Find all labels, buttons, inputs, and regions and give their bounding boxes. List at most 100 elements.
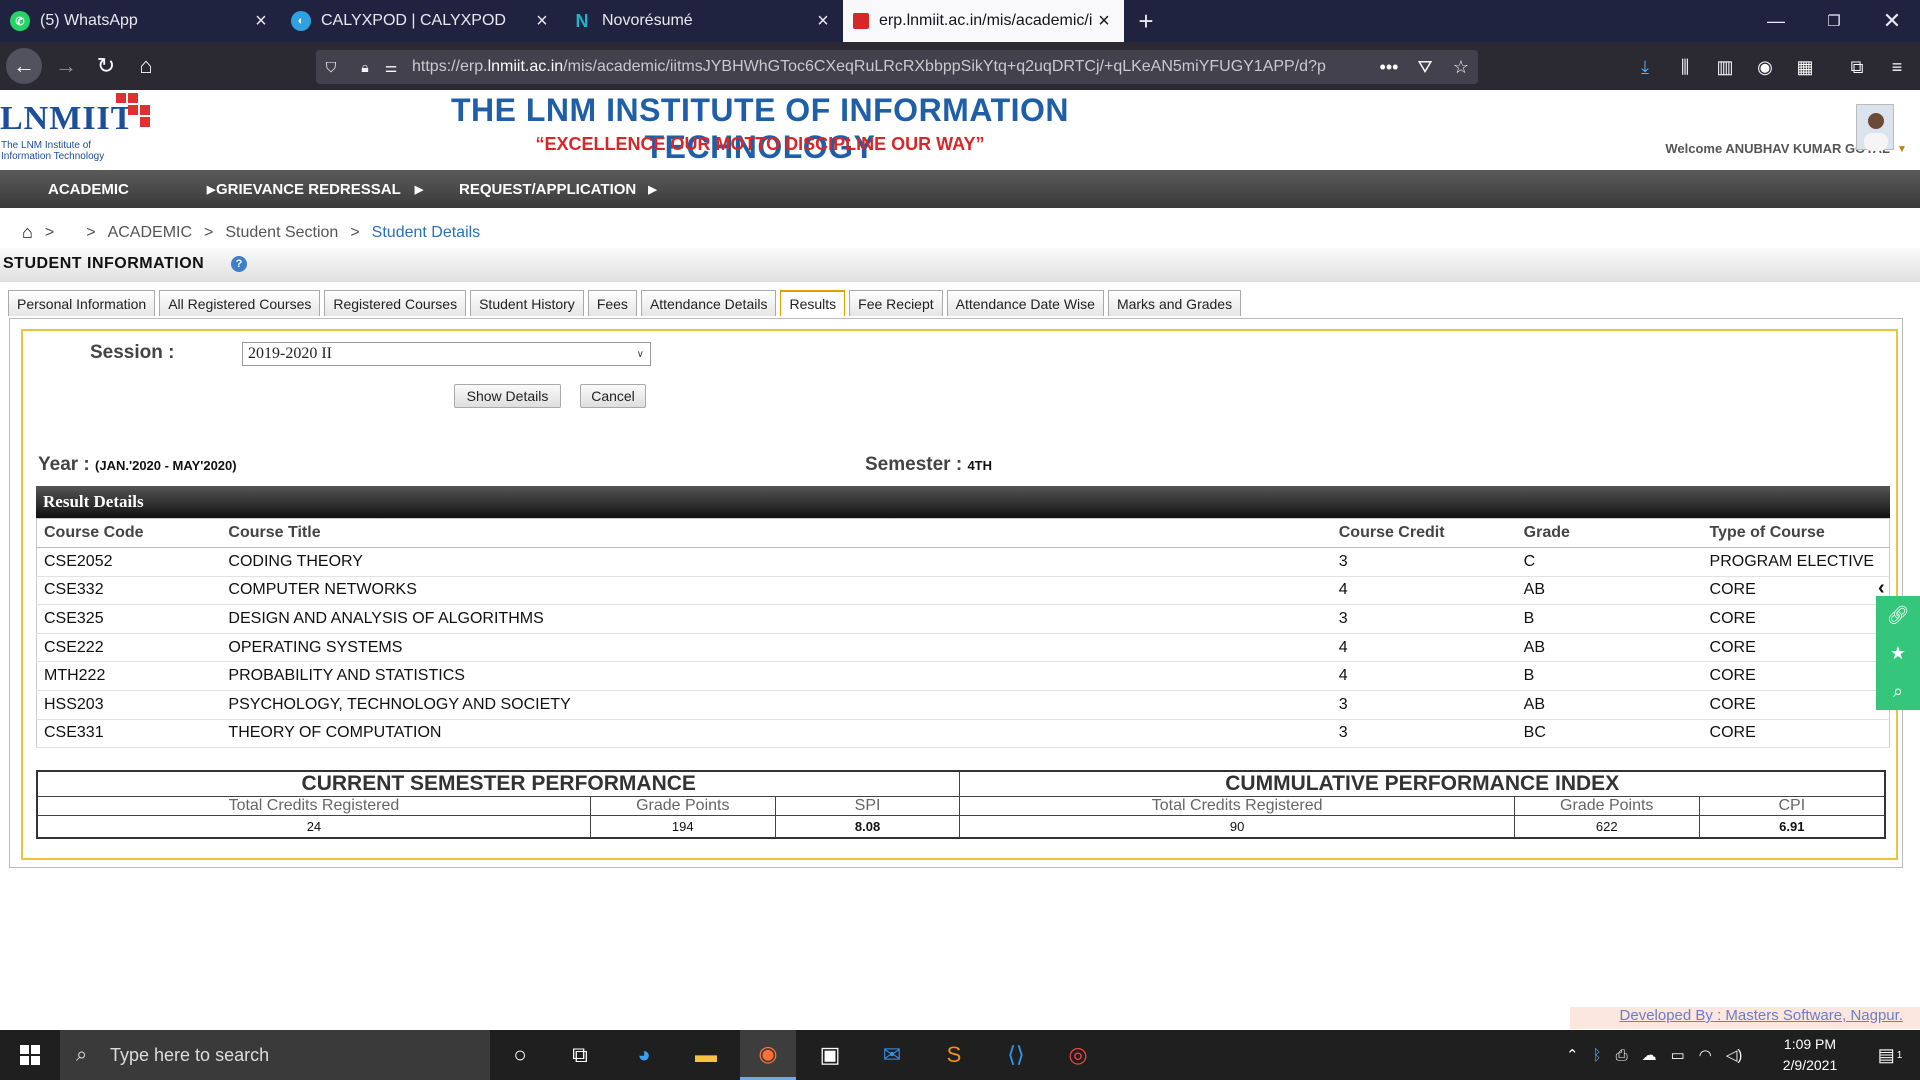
taskbar-clock[interactable]: 1:09 PM 2/9/2021 bbox=[1760, 1034, 1860, 1076]
download-icon[interactable]: ⤓ bbox=[1628, 50, 1662, 84]
reload-icon[interactable]: ↻ bbox=[88, 48, 124, 84]
table-row: CSE222 OPERATING SYSTEMS 4 AB CORE bbox=[36, 633, 1890, 663]
menu-item-request[interactable]: REQUEST/APPLICATION ▶ bbox=[459, 170, 657, 208]
calyxpod-icon: ◐ bbox=[291, 11, 311, 31]
table-row: CSE331 THEORY OF COMPUTATION 3 BC CORE bbox=[36, 719, 1890, 749]
minimize-icon[interactable]: — bbox=[1747, 0, 1805, 42]
tab-attendance-details[interactable]: Attendance Details bbox=[640, 290, 777, 316]
shield-icon[interactable]: ⛉ bbox=[314, 50, 348, 84]
search-placeholder: Type here to search bbox=[110, 1044, 270, 1065]
developer-credit[interactable]: Developed By : Masters Software, Nagpur. bbox=[1570, 1007, 1920, 1029]
tab-student-history[interactable]: Student History bbox=[470, 290, 584, 316]
cell: B bbox=[1516, 661, 1703, 691]
home-icon[interactable]: ⌂ bbox=[128, 48, 164, 84]
close-tab-icon[interactable]: × bbox=[251, 10, 271, 33]
account-icon[interactable]: ◉ bbox=[1748, 50, 1782, 84]
more-icon[interactable]: ••• bbox=[1372, 50, 1406, 84]
address-bar[interactable]: https://erp. lnmiit.ac.in/mis/academic/ii… bbox=[316, 50, 1478, 84]
library-icon[interactable]: ⫼ bbox=[1668, 50, 1702, 84]
tab-title: CALYXPOD | CALYXPOD bbox=[321, 12, 506, 29]
permissions-icon[interactable]: ⚌ bbox=[374, 50, 408, 84]
cancel-button[interactable]: Cancel bbox=[580, 384, 646, 408]
cell: 3 bbox=[1331, 547, 1517, 577]
cortana-icon[interactable]: ○ bbox=[492, 1030, 548, 1080]
caret-right-icon: ▶ bbox=[206, 183, 216, 196]
star-icon[interactable]: ★ bbox=[1876, 634, 1920, 672]
vscode-icon[interactable]: ⟨⟩ bbox=[988, 1030, 1044, 1080]
browser-tab-whatsapp[interactable]: ✆ (5) WhatsApp × bbox=[0, 0, 281, 42]
browser-tab-calyxpod[interactable]: ◐ CALYXPOD | CALYXPOD × bbox=[281, 0, 562, 42]
cell: PROBABILITY AND STATISTICS bbox=[221, 661, 1332, 691]
breadcrumb-academic[interactable]: ACADEMIC bbox=[108, 224, 192, 242]
help-icon[interactable]: ? bbox=[231, 256, 247, 272]
chrome-icon[interactable]: ◎ bbox=[1050, 1030, 1106, 1080]
show-details-button[interactable]: Show Details bbox=[454, 384, 561, 408]
tab-personal-information[interactable]: Personal Information bbox=[8, 290, 156, 316]
tab-fees[interactable]: Fees bbox=[587, 290, 637, 316]
mail-icon[interactable]: ✉ bbox=[864, 1030, 920, 1080]
search-icon[interactable]: ⌕ bbox=[1876, 672, 1920, 710]
taskbar-search[interactable]: ⌕ Type here to search bbox=[60, 1030, 490, 1080]
sidebar-icon[interactable]: ▥ bbox=[1708, 50, 1742, 84]
forward-icon[interactable]: → bbox=[48, 48, 84, 84]
cell: 4 bbox=[1331, 661, 1517, 691]
tab-marks-and-grades[interactable]: Marks and Grades bbox=[1107, 290, 1242, 316]
tab-results[interactable]: Results bbox=[780, 290, 846, 316]
bookmark-star-icon[interactable]: ☆ bbox=[1444, 50, 1478, 84]
menu-item-academic[interactable]: ACADEMIC ▶ bbox=[48, 170, 215, 208]
firefox-icon[interactable]: ◉ bbox=[740, 1030, 796, 1080]
extensions-icon[interactable]: ⧉ bbox=[1840, 50, 1874, 84]
volume-icon[interactable]: ◁) bbox=[1726, 1046, 1743, 1064]
logo-squares-icon bbox=[116, 93, 150, 127]
close-tab-icon[interactable]: × bbox=[532, 10, 552, 33]
browser-tab-novoresume[interactable]: N Novorésumé × bbox=[562, 0, 843, 42]
tab-all-registered-courses[interactable]: All Registered Courses bbox=[159, 290, 321, 316]
wifi-icon[interactable]: ◠ bbox=[1699, 1046, 1712, 1064]
sublime-text-icon[interactable]: S bbox=[926, 1030, 982, 1080]
table-row: MTH222 PROBABILITY AND STATISTICS 4 B CORE bbox=[36, 661, 1890, 691]
cell: CSE325 bbox=[36, 604, 222, 634]
breadcrumb-separator: > bbox=[44, 223, 55, 241]
meet-now-icon[interactable]: ⎙ bbox=[1616, 1047, 1628, 1064]
task-view-icon[interactable]: ⧉ bbox=[552, 1030, 608, 1080]
table-row: CSE325 DESIGN AND ANALYSIS OF ALGORITHMS 3… bbox=[36, 604, 1890, 634]
link-icon[interactable]: 🔗︎ bbox=[1876, 596, 1920, 634]
window-close-icon[interactable]: ✕ bbox=[1863, 0, 1920, 42]
close-tab-icon[interactable]: × bbox=[1094, 10, 1114, 33]
breadcrumb-separator: > bbox=[350, 223, 360, 241]
windows-start-icon[interactable] bbox=[2, 1030, 58, 1080]
tab-title: Novorésumé bbox=[602, 12, 693, 29]
close-tab-icon[interactable]: × bbox=[813, 10, 833, 33]
browser-tab-erp[interactable]: erp.lnmiit.ac.in/mis/academic/i × bbox=[843, 0, 1124, 42]
restore-icon[interactable]: ❐ bbox=[1805, 0, 1863, 42]
file-explorer-icon[interactable]: ▬ bbox=[678, 1030, 734, 1080]
site-logo[interactable]: LNMIIT bbox=[0, 100, 134, 138]
edge-icon[interactable]: ◕ bbox=[616, 1030, 672, 1080]
store-icon[interactable]: ▣ bbox=[802, 1030, 858, 1080]
battery-icon[interactable]: ▭ bbox=[1671, 1046, 1685, 1064]
tab-fee-reciept[interactable]: Fee Reciept bbox=[849, 290, 943, 316]
tab-registered-courses[interactable]: Registered Courses bbox=[324, 290, 467, 316]
caret-right-icon: ▶ bbox=[648, 183, 657, 196]
new-tab-icon[interactable]: + bbox=[1128, 0, 1164, 42]
menu-icon[interactable]: ≡ bbox=[1880, 50, 1914, 84]
breadcrumb-student-section[interactable]: Student Section bbox=[225, 224, 338, 242]
home-icon[interactable]: ⌂ bbox=[22, 222, 33, 243]
onedrive-icon[interactable]: ☁ bbox=[1642, 1046, 1657, 1064]
show-hidden-icons-icon[interactable]: ⌃ bbox=[1566, 1046, 1579, 1064]
header-total-credits: Total Credits Registered bbox=[36, 796, 591, 816]
results-table: Course Code Course Title Course Credit G… bbox=[36, 518, 1890, 749]
notification-center-icon[interactable]: ▤ 1 bbox=[1862, 1030, 1918, 1080]
containers-icon[interactable]: ▦ bbox=[1788, 50, 1822, 84]
cell: CSE332 bbox=[36, 576, 222, 606]
pocket-icon[interactable]: ⛛ bbox=[1408, 50, 1442, 84]
back-icon[interactable]: ← bbox=[6, 48, 42, 84]
cell: CSE331 bbox=[36, 719, 222, 749]
avatar[interactable] bbox=[1856, 104, 1894, 151]
session-select[interactable]: 2019-2020 II ∨ bbox=[242, 342, 651, 366]
bluetooth-icon[interactable]: ᛒ bbox=[1593, 1047, 1602, 1064]
user-dropdown-icon[interactable]: ▼ bbox=[1897, 144, 1907, 155]
tab-attendance-date-wise[interactable]: Attendance Date Wise bbox=[946, 290, 1104, 316]
menu-item-grievance[interactable]: GRIEVANCE REDRESSAL ▶ bbox=[216, 170, 423, 208]
chevron-down-icon: ∨ bbox=[636, 348, 644, 360]
